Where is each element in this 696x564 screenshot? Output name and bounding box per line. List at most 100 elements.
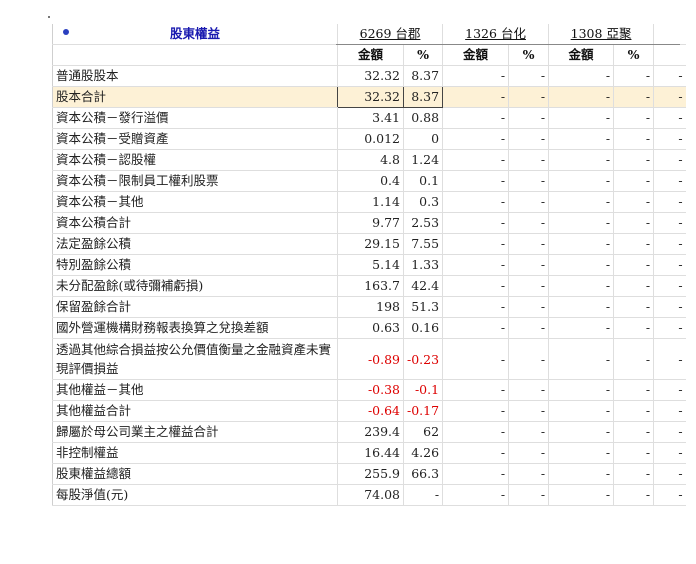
percent-cell: 42.4 bbox=[402, 275, 443, 297]
amount-cell: - bbox=[548, 107, 614, 129]
percent-cell: 66.3 bbox=[402, 463, 443, 485]
percent-cell: - bbox=[508, 170, 549, 192]
percent-header: % bbox=[402, 44, 443, 66]
table-row: 資本公積－受贈資產 0.012 0- - - - - bbox=[52, 128, 686, 150]
amount-cell: - bbox=[442, 86, 509, 108]
percent-cell: - bbox=[508, 296, 549, 318]
table-row: 每股淨值(元) 74.08- - - - - - bbox=[52, 484, 686, 506]
percent-cell: - bbox=[613, 254, 654, 276]
amount-cell: - bbox=[442, 191, 509, 213]
table-row: 其他權益－其他 -0.38 -0.1- - - - - bbox=[52, 379, 686, 401]
amount-cell: 198 bbox=[337, 296, 404, 318]
amount-cell: - bbox=[442, 442, 509, 464]
amount-cell: 32.32 bbox=[337, 86, 404, 108]
amount-cell: - bbox=[548, 275, 614, 297]
amount-cell: - bbox=[442, 149, 509, 171]
empty-cell bbox=[653, 24, 686, 45]
amount-cell: - bbox=[548, 149, 614, 171]
table-row: 資本公積－認股權 4.8 1.24- - - - - bbox=[52, 149, 686, 171]
section-title: 股東權益 bbox=[169, 26, 220, 41]
percent-cell: 0.88 bbox=[402, 107, 443, 129]
amount-cell: - bbox=[548, 65, 614, 87]
amount-cell: - bbox=[442, 421, 509, 443]
percent-cell: - bbox=[508, 233, 549, 255]
trailing-cell: - bbox=[653, 149, 686, 171]
row-label: 股本合計 bbox=[52, 86, 338, 108]
amount-cell: 0.4 bbox=[337, 170, 404, 192]
company-link-1308[interactable]: 1308 亞聚 bbox=[548, 24, 654, 45]
percent-cell: 0.3 bbox=[402, 191, 443, 213]
row-label: 其他權益合計 bbox=[52, 400, 338, 422]
amount-cell: - bbox=[442, 275, 509, 297]
amount-cell: 1.14 bbox=[337, 191, 404, 213]
trailing-cell: - bbox=[653, 191, 686, 213]
percent-cell: - bbox=[402, 484, 443, 506]
percent-cell: - bbox=[508, 275, 549, 297]
trailing-cell: - bbox=[653, 65, 686, 87]
percent-cell: - bbox=[613, 317, 654, 339]
percent-cell: - bbox=[613, 86, 654, 108]
row-label: 資本公積－限制員工權利股票 bbox=[52, 170, 338, 192]
empty-cell bbox=[653, 44, 686, 66]
percent-cell: - bbox=[613, 421, 654, 443]
amount-cell: - bbox=[442, 317, 509, 339]
amount-cell: 239.4 bbox=[337, 421, 404, 443]
trailing-cell: - bbox=[653, 317, 686, 339]
percent-cell: - bbox=[508, 379, 549, 401]
trailing-cell: - bbox=[653, 379, 686, 401]
trailing-cell: - bbox=[653, 254, 686, 276]
percent-cell: - bbox=[613, 379, 654, 401]
percent-cell: 0 bbox=[402, 128, 443, 150]
percent-cell: - bbox=[508, 338, 549, 380]
percent-cell: - bbox=[613, 107, 654, 129]
amount-header: 金額 bbox=[337, 44, 404, 66]
amount-cell: - bbox=[442, 379, 509, 401]
trailing-cell: - bbox=[653, 400, 686, 422]
amount-header: 金額 bbox=[442, 44, 509, 66]
company-link-1326[interactable]: 1326 台化 bbox=[442, 24, 549, 45]
percent-cell: - bbox=[508, 149, 549, 171]
table-row: 其他權益合計 -0.64 -0.17- - - - - bbox=[52, 400, 686, 422]
table-row: 非控制權益 16.44 4.26- - - - - bbox=[52, 442, 686, 464]
row-label: 資本公積－發行溢價 bbox=[52, 107, 338, 129]
amount-cell: 16.44 bbox=[337, 442, 404, 464]
table-row: 普通股股本 32.32 8.37- - - - - bbox=[52, 65, 686, 87]
table-row: 歸屬於母公司業主之權益合計 239.4 62- - - - - bbox=[52, 421, 686, 443]
amount-cell: 32.32 bbox=[337, 65, 404, 87]
trailing-cell: - bbox=[653, 421, 686, 443]
amount-cell: - bbox=[548, 212, 614, 234]
percent-cell: 7.55 bbox=[402, 233, 443, 255]
trailing-cell: - bbox=[653, 86, 686, 108]
percent-cell: 4.26 bbox=[402, 442, 443, 464]
amount-cell: - bbox=[548, 191, 614, 213]
trailing-cell: - bbox=[653, 296, 686, 318]
percent-cell: -0.23 bbox=[402, 338, 443, 380]
percent-cell: - bbox=[613, 128, 654, 150]
percent-cell: - bbox=[613, 338, 654, 380]
equity-table: 股東權益 6269 台郡 1326 台化 1308 亞聚 金額 % 金額 % 金… bbox=[52, 24, 686, 506]
amount-cell: - bbox=[548, 338, 614, 380]
amount-cell: -0.89 bbox=[337, 338, 404, 380]
trailing-cell: - bbox=[653, 128, 686, 150]
amount-cell: - bbox=[548, 254, 614, 276]
trailing-cell: - bbox=[653, 484, 686, 506]
sub-header-row: 金額 % 金額 % 金額 % bbox=[52, 44, 686, 66]
percent-cell: -0.17 bbox=[402, 400, 443, 422]
section-title-cell: 股東權益 bbox=[52, 24, 338, 45]
percent-cell: - bbox=[613, 275, 654, 297]
amount-cell: - bbox=[548, 233, 614, 255]
amount-cell: 5.14 bbox=[337, 254, 404, 276]
company-link-6269[interactable]: 6269 台郡 bbox=[336, 24, 443, 45]
percent-cell: - bbox=[613, 442, 654, 464]
percent-cell: -0.1 bbox=[402, 379, 443, 401]
amount-cell: - bbox=[548, 170, 614, 192]
amount-cell: - bbox=[548, 86, 614, 108]
row-label: 特別盈餘公積 bbox=[52, 254, 338, 276]
amount-cell: 9.77 bbox=[337, 212, 404, 234]
amount-cell: - bbox=[442, 254, 509, 276]
amount-cell: - bbox=[442, 212, 509, 234]
row-label: 歸屬於母公司業主之權益合計 bbox=[52, 421, 338, 443]
company-header-row: 股東權益 6269 台郡 1326 台化 1308 亞聚 bbox=[52, 24, 686, 45]
row-label: 股東權益總額 bbox=[52, 463, 338, 485]
percent-cell: - bbox=[613, 212, 654, 234]
